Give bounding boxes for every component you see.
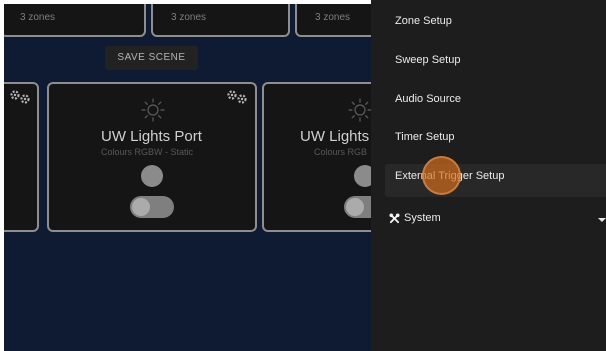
- menu-item-sweep-setup[interactable]: Sweep Setup: [395, 54, 460, 66]
- light-status-indicator: [141, 165, 163, 187]
- chevron-down-icon[interactable]: [598, 218, 606, 222]
- light-mode: Colours RGB: [314, 147, 368, 157]
- light-name: UW Lights Port: [101, 128, 202, 145]
- menu-item-zone-setup[interactable]: Zone Setup: [395, 15, 452, 27]
- scene-card-1[interactable]: 3 zones: [4, 4, 146, 37]
- menu-item-timer-setup[interactable]: Timer Setup: [395, 131, 455, 143]
- gears-icon[interactable]: [225, 90, 249, 104]
- scene-zones-count: 3 zones: [20, 12, 56, 23]
- save-scene-button[interactable]: SAVE SCENE: [105, 46, 198, 70]
- light-card-left[interactable]: [4, 82, 39, 232]
- scene-zones-count: 3 zones: [171, 12, 207, 23]
- scene-card-2[interactable]: 3 zones: [151, 4, 290, 37]
- gears-icon[interactable]: [8, 90, 32, 104]
- touch-indicator: [422, 156, 461, 195]
- tools-icon: [389, 212, 400, 223]
- scene-zones-count: 3 zones: [315, 12, 351, 23]
- side-menu: Zone Setup Sweep Setup Audio Source Time…: [371, 0, 606, 351]
- toggle-knob: [132, 198, 150, 216]
- menu-item-audio-source[interactable]: Audio Source: [395, 93, 461, 105]
- light-card-uw-lights-port[interactable]: UW Lights Port Colours RGBW - Static: [47, 82, 257, 232]
- sun-icon: [141, 98, 165, 122]
- light-mode: Colours RGBW - Static: [101, 147, 194, 157]
- toggle-knob: [346, 198, 364, 216]
- light-power-toggle[interactable]: [130, 196, 174, 218]
- menu-item-system[interactable]: System: [389, 212, 441, 224]
- menu-item-system-label: System: [404, 212, 441, 224]
- sun-icon: [348, 98, 372, 122]
